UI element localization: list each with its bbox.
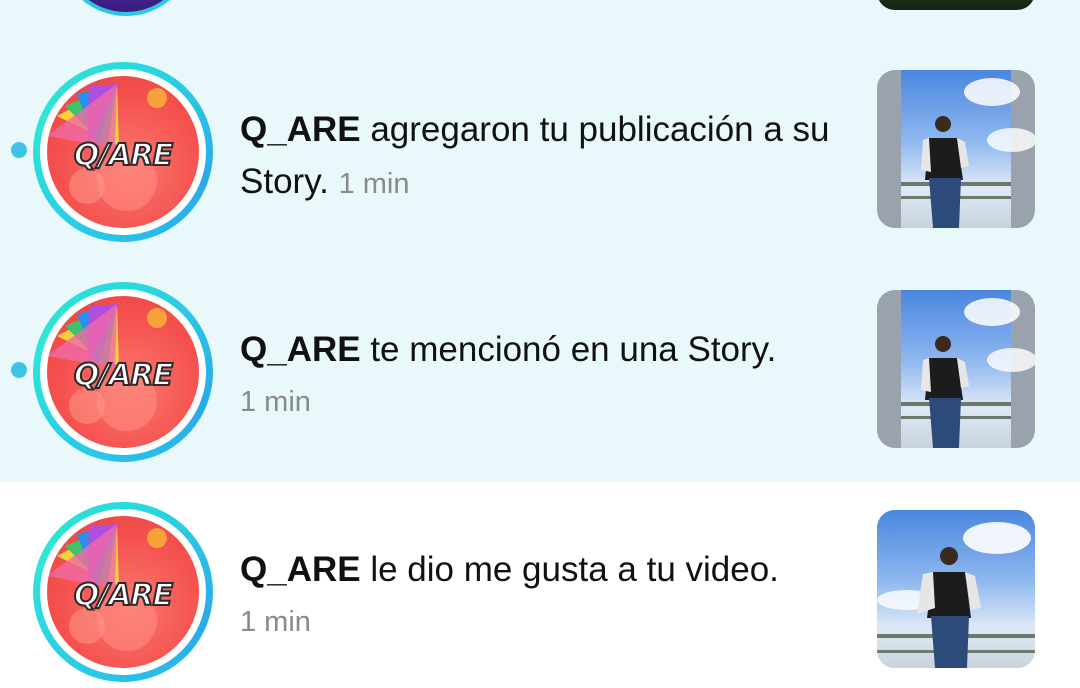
- avatar: Q/ARE: [47, 516, 199, 668]
- post-thumbnail[interactable]: [877, 70, 1035, 228]
- avatar-logo-text: Q/ARE: [73, 137, 174, 174]
- notification-row[interactable]: Q/ARE Q_ARE te mencionó en una Story. 1 …: [0, 262, 1080, 482]
- notification-text: Q_ARE le dio me gusta a tu video. 1 min: [240, 544, 860, 648]
- notification-message: te mencionó en una Story.: [360, 330, 777, 369]
- avatar-story-ring[interactable]: Q/ARE: [33, 502, 213, 682]
- notification-username[interactable]: Q_ARE: [240, 110, 361, 149]
- notification-time: 1 min: [338, 168, 410, 200]
- notification-time: 1 min: [240, 386, 311, 418]
- notification-message: le dio me gusta a tu video.: [360, 550, 779, 589]
- notification-time: 1 min: [240, 606, 311, 638]
- notification-username[interactable]: Q_ARE: [240, 330, 361, 369]
- notification-text: Q_ARE agregaron tu publicación a su Stor…: [240, 104, 860, 210]
- avatar-story-ring[interactable]: Q/ARE: [33, 62, 213, 242]
- post-thumbnail[interactable]: [877, 290, 1035, 448]
- avatar-story-ring[interactable]: Q/ARE: [33, 282, 213, 462]
- notification-username[interactable]: Q_ARE: [240, 550, 361, 589]
- notification-text: Q_ARE te mencionó en una Story. 1 min: [240, 324, 860, 428]
- notifications-screen: Q/ARE Q_ARE agregaron tu publicación a s…: [0, 0, 1080, 688]
- video-thumbnail[interactable]: [877, 510, 1035, 668]
- previous-notification-thumbnail[interactable]: [877, 0, 1035, 10]
- avatar-logo-text: Q/ARE: [73, 357, 174, 394]
- unread-dot-icon: [11, 362, 27, 378]
- notification-row[interactable]: Q/ARE Q_ARE le dio me gusta a tu video. …: [0, 482, 1080, 688]
- avatar: Q/ARE: [47, 76, 199, 228]
- avatar: Q/ARE: [47, 296, 199, 448]
- unread-dot-icon: [11, 142, 27, 158]
- notification-row[interactable]: Q/ARE Q_ARE agregaron tu publicación a s…: [0, 42, 1080, 262]
- avatar-logo-text: Q/ARE: [73, 577, 174, 614]
